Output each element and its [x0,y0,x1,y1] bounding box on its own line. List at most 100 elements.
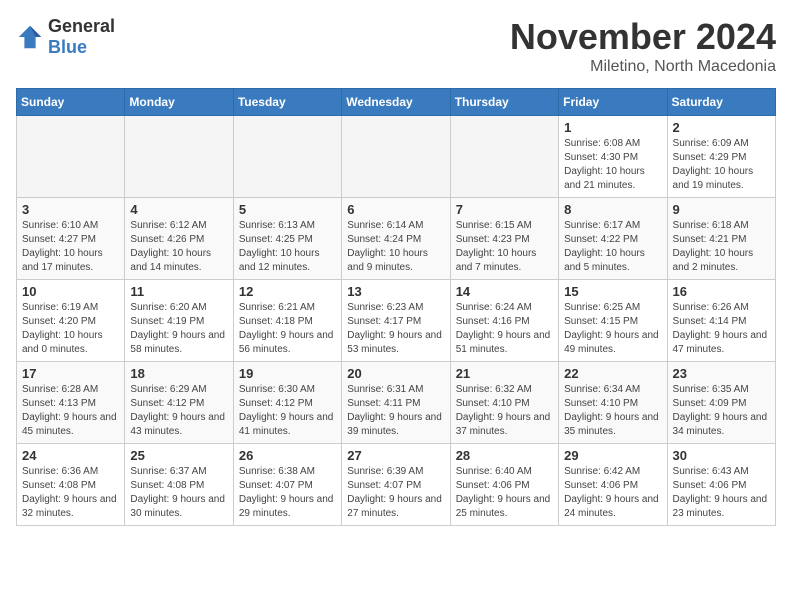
day-number: 13 [347,284,444,299]
calendar-cell: 9Sunrise: 6:18 AM Sunset: 4:21 PM Daylig… [667,198,775,280]
day-info: Sunrise: 6:08 AM Sunset: 4:30 PM Dayligh… [564,137,661,193]
calendar-body: 1 Sunrise: 6:08 AM Sunset: 4:30 PM Daylig… [17,116,776,526]
column-header-sunday: Sunday [17,89,125,116]
day-info: Sunrise: 6:17 AM Sunset: 4:22 PM Dayligh… [564,219,661,275]
day-number: 27 [347,448,444,463]
day-info: Sunrise: 6:20 AM Sunset: 4:19 PM Dayligh… [130,301,227,357]
day-number: 28 [456,448,553,463]
day-number: 19 [239,366,336,381]
calendar-cell: 7 Sunrise: 6:15 AM Sunset: 4:23 PM Daylig… [450,198,558,280]
day-info: Sunrise: 6:39 AM Sunset: 4:07 PM Dayligh… [347,465,444,521]
day-info: Sunrise: 6:10 AM Sunset: 4:27 PM Dayligh… [22,219,119,275]
day-info: Sunrise: 6:12 AM Sunset: 4:26 PM Dayligh… [130,219,227,275]
logo-icon [16,23,44,51]
calendar-cell: 4 Sunrise: 6:12 AM Sunset: 4:26 PM Daylig… [125,198,233,280]
day-info: Sunrise: 6:40 AM Sunset: 4:06 PM Dayligh… [456,465,553,521]
column-header-tuesday: Tuesday [233,89,341,116]
day-number: 1 [564,120,661,135]
calendar-cell [342,116,450,198]
day-number: 23 [673,366,770,381]
day-number: 30 [673,448,770,463]
calendar-cell [125,116,233,198]
logo-general: General [48,16,115,36]
calendar-cell: 12 Sunrise: 6:21 AM Sunset: 4:18 PM Dayli… [233,280,341,362]
day-info: Sunrise: 6:18 AM Sunset: 4:21 PM Dayligh… [673,219,770,275]
day-number: 14 [456,284,553,299]
calendar-cell: 20Sunrise: 6:31 AM Sunset: 4:11 PM Dayli… [342,362,450,444]
calendar-cell: 3 Sunrise: 6:10 AM Sunset: 4:27 PM Daylig… [17,198,125,280]
calendar-cell [233,116,341,198]
day-number: 5 [239,202,336,217]
day-info: Sunrise: 6:43 AM Sunset: 4:06 PM Dayligh… [673,465,770,521]
day-info: Sunrise: 6:30 AM Sunset: 4:12 PM Dayligh… [239,383,336,439]
title-area: November 2024 Miletino, North Macedonia [510,16,776,76]
day-info: Sunrise: 6:15 AM Sunset: 4:23 PM Dayligh… [456,219,553,275]
calendar-cell: 23Sunrise: 6:35 AM Sunset: 4:09 PM Dayli… [667,362,775,444]
calendar-cell: 26 Sunrise: 6:38 AM Sunset: 4:07 PM Dayli… [233,444,341,526]
calendar-cell: 25 Sunrise: 6:37 AM Sunset: 4:08 PM Dayli… [125,444,233,526]
day-number: 26 [239,448,336,463]
day-info: Sunrise: 6:28 AM Sunset: 4:13 PM Dayligh… [22,383,119,439]
day-info: Sunrise: 6:34 AM Sunset: 4:10 PM Dayligh… [564,383,661,439]
header: General Blue November 2024 Miletino, Nor… [16,16,776,76]
day-number: 24 [22,448,119,463]
calendar-cell: 10Sunrise: 6:19 AM Sunset: 4:20 PM Dayli… [17,280,125,362]
day-number: 3 [22,202,119,217]
day-info: Sunrise: 6:24 AM Sunset: 4:16 PM Dayligh… [456,301,553,357]
day-info: Sunrise: 6:14 AM Sunset: 4:24 PM Dayligh… [347,219,444,275]
calendar-cell: 19 Sunrise: 6:30 AM Sunset: 4:12 PM Dayli… [233,362,341,444]
month-title: November 2024 [510,16,776,58]
calendar-cell: 30 Sunrise: 6:43 AM Sunset: 4:06 PM Dayli… [667,444,775,526]
day-number: 4 [130,202,227,217]
calendar-cell: 8 Sunrise: 6:17 AM Sunset: 4:22 PM Daylig… [559,198,667,280]
day-info: Sunrise: 6:31 AM Sunset: 4:11 PM Dayligh… [347,383,444,439]
day-info: Sunrise: 6:13 AM Sunset: 4:25 PM Dayligh… [239,219,336,275]
day-number: 18 [130,366,227,381]
calendar-week-row: 10Sunrise: 6:19 AM Sunset: 4:20 PM Dayli… [17,280,776,362]
day-info: Sunrise: 6:25 AM Sunset: 4:15 PM Dayligh… [564,301,661,357]
calendar-cell: 15Sunrise: 6:25 AM Sunset: 4:15 PM Dayli… [559,280,667,362]
calendar-week-row: 24 Sunrise: 6:36 AM Sunset: 4:08 PM Dayli… [17,444,776,526]
day-number: 12 [239,284,336,299]
column-header-monday: Monday [125,89,233,116]
day-info: Sunrise: 6:21 AM Sunset: 4:18 PM Dayligh… [239,301,336,357]
calendar-cell [450,116,558,198]
day-number: 25 [130,448,227,463]
day-number: 22 [564,366,661,381]
day-number: 6 [347,202,444,217]
logo-blue: Blue [48,37,87,57]
calendar-cell: 22 Sunrise: 6:34 AM Sunset: 4:10 PM Dayli… [559,362,667,444]
logo: General Blue [16,16,115,58]
column-header-friday: Friday [559,89,667,116]
location-title: Miletino, North Macedonia [510,58,776,76]
day-info: Sunrise: 6:38 AM Sunset: 4:07 PM Dayligh… [239,465,336,521]
column-header-wednesday: Wednesday [342,89,450,116]
column-header-saturday: Saturday [667,89,775,116]
day-number: 16 [673,284,770,299]
calendar-table: SundayMondayTuesdayWednesdayThursdayFrid… [16,88,776,526]
day-info: Sunrise: 6:32 AM Sunset: 4:10 PM Dayligh… [456,383,553,439]
calendar-cell [17,116,125,198]
calendar-cell: 29Sunrise: 6:42 AM Sunset: 4:06 PM Dayli… [559,444,667,526]
calendar-header-row: SundayMondayTuesdayWednesdayThursdayFrid… [17,89,776,116]
calendar-cell: 1 Sunrise: 6:08 AM Sunset: 4:30 PM Daylig… [559,116,667,198]
day-info: Sunrise: 6:29 AM Sunset: 4:12 PM Dayligh… [130,383,227,439]
day-number: 29 [564,448,661,463]
day-number: 2 [673,120,770,135]
calendar-week-row: 3 Sunrise: 6:10 AM Sunset: 4:27 PM Daylig… [17,198,776,280]
day-number: 7 [456,202,553,217]
day-number: 8 [564,202,661,217]
day-info: Sunrise: 6:37 AM Sunset: 4:08 PM Dayligh… [130,465,227,521]
day-info: Sunrise: 6:26 AM Sunset: 4:14 PM Dayligh… [673,301,770,357]
calendar-cell: 16 Sunrise: 6:26 AM Sunset: 4:14 PM Dayli… [667,280,775,362]
calendar-cell: 5 Sunrise: 6:13 AM Sunset: 4:25 PM Daylig… [233,198,341,280]
column-header-thursday: Thursday [450,89,558,116]
calendar-cell: 28 Sunrise: 6:40 AM Sunset: 4:06 PM Dayli… [450,444,558,526]
day-number: 17 [22,366,119,381]
day-info: Sunrise: 6:36 AM Sunset: 4:08 PM Dayligh… [22,465,119,521]
day-number: 21 [456,366,553,381]
calendar-cell: 6 Sunrise: 6:14 AM Sunset: 4:24 PM Daylig… [342,198,450,280]
day-info: Sunrise: 6:23 AM Sunset: 4:17 PM Dayligh… [347,301,444,357]
day-info: Sunrise: 6:19 AM Sunset: 4:20 PM Dayligh… [22,301,119,357]
calendar-cell: 13 Sunrise: 6:23 AM Sunset: 4:17 PM Dayli… [342,280,450,362]
